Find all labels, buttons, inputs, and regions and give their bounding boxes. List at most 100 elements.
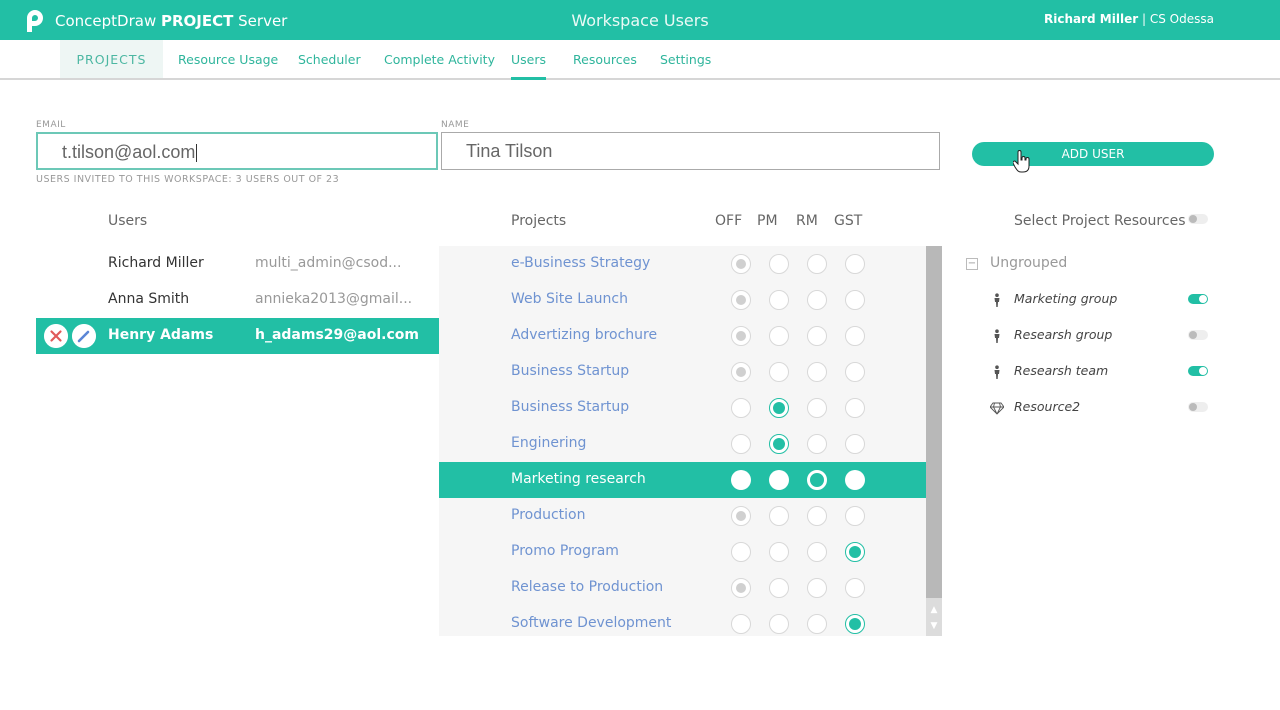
project-row-selected[interactable]: Marketing research [439,462,926,498]
organization-name[interactable]: CS Odessa [1150,12,1214,26]
project-row[interactable]: Business Startup [439,354,926,390]
resource-item[interactable]: Researsh group [990,326,1210,346]
project-name[interactable]: Production [511,507,585,523]
role-radio-rm[interactable] [807,290,827,310]
role-radio-off[interactable] [731,398,751,418]
project-row[interactable]: Business Startup [439,390,926,426]
scroll-thumb[interactable] [926,246,942,598]
role-radio-off[interactable] [731,434,751,454]
project-name[interactable]: Business Startup [511,363,629,379]
resource-toggle[interactable] [1188,294,1208,304]
user-row[interactable]: Richard Miller multi_admin@csod... [36,246,439,282]
email-input[interactable]: t.tilson@aol.com [36,132,438,170]
role-radio-rm[interactable] [807,614,827,634]
project-name[interactable]: Web Site Launch [511,291,628,307]
role-radio-off[interactable] [731,362,751,382]
project-name[interactable]: e-Business Strategy [511,255,650,271]
nav-resource-usage[interactable]: Resource Usage [178,40,278,78]
role-radio-pm[interactable] [769,362,789,382]
project-name[interactable]: Release to Production [511,579,663,595]
project-row[interactable]: Release to Production [439,570,926,606]
role-radio-gst[interactable] [845,290,865,310]
resource-item[interactable]: Resource2 [989,398,1210,418]
role-radio-gst[interactable] [845,398,865,418]
role-radio-gst[interactable] [845,506,865,526]
role-radio-pm[interactable] [769,254,789,274]
resource-item[interactable]: Researsh team [990,362,1210,382]
role-radio-off[interactable] [731,470,751,490]
project-name[interactable]: Marketing research [511,471,646,487]
project-name[interactable]: Business Startup [511,399,629,415]
role-radio-rm[interactable] [807,434,827,454]
role-radio-pm[interactable] [769,326,789,346]
role-radio-rm[interactable] [807,506,827,526]
scroll-down-icon[interactable]: ▼ [926,619,942,633]
role-radio-rm[interactable] [807,326,827,346]
role-radio-pm[interactable] [769,578,789,598]
nav-users[interactable]: Users [511,40,547,80]
resource-item[interactable]: Marketing group [990,290,1210,310]
project-name[interactable]: Software Development [511,615,671,631]
project-name[interactable]: Advertizing brochure [511,327,657,343]
role-radio-gst[interactable] [845,254,865,274]
role-radio-gst[interactable] [845,470,865,490]
project-row[interactable]: e-Business Strategy [439,246,926,282]
delete-user-icon[interactable] [44,324,68,348]
current-user-name[interactable]: Richard Miller [1044,12,1138,26]
project-row[interactable]: Web Site Launch [439,282,926,318]
edit-user-icon[interactable] [72,324,96,348]
nav-complete-activity[interactable]: Complete Activity [384,40,495,78]
add-user-button[interactable]: ADD USER [972,142,1214,166]
role-radio-gst[interactable] [845,614,865,634]
role-radio-off[interactable] [731,326,751,346]
role-radio-pm[interactable] [769,542,789,562]
role-radio-off[interactable] [731,542,751,562]
role-radio-gst[interactable] [845,434,865,454]
projects-scrollbar[interactable]: ▲ ▼ [926,246,942,636]
resource-toggle[interactable] [1188,402,1208,412]
user-info[interactable]: Richard Miller | CS Odessa [1044,12,1214,26]
role-radio-gst[interactable] [845,542,865,562]
project-row[interactable]: Promo Program [439,534,926,570]
project-row[interactable]: Enginering [439,426,926,462]
nav-scheduler[interactable]: Scheduler [298,40,361,78]
role-radio-rm[interactable] [807,398,827,418]
nav-resources[interactable]: Resources [573,40,637,78]
role-radio-off[interactable] [731,578,751,598]
role-radio-pm[interactable] [769,470,789,490]
app-logo-icon[interactable] [22,8,44,32]
scroll-up-icon[interactable]: ▲ [926,603,942,617]
role-radio-off[interactable] [731,614,751,634]
name-input[interactable]: Tina Tilson [441,132,940,170]
role-radio-rm[interactable] [807,254,827,274]
project-row[interactable]: Advertizing brochure [439,318,926,354]
role-radio-rm[interactable] [807,578,827,598]
role-radio-gst[interactable] [845,362,865,382]
user-row-selected[interactable]: Henry Adams h_adams29@aol.com [36,318,439,354]
project-row[interactable]: Software Development [439,606,926,642]
resource-toggle[interactable] [1188,330,1208,340]
project-name[interactable]: Enginering [511,435,586,451]
role-radio-off[interactable] [731,506,751,526]
user-row[interactable]: Anna Smith annieka2013@gmail... [36,282,439,318]
role-radio-off[interactable] [731,290,751,310]
collapse-icon[interactable]: − [966,258,978,270]
role-radio-pm[interactable] [769,506,789,526]
resource-toggle[interactable] [1188,366,1208,376]
project-name[interactable]: Promo Program [511,543,619,559]
nav-projects[interactable]: PROJECTS [60,40,163,78]
nav-settings[interactable]: Settings [660,40,711,78]
role-radio-rm[interactable] [807,362,827,382]
role-radio-pm[interactable] [769,614,789,634]
role-radio-pm[interactable] [769,290,789,310]
role-radio-pm[interactable] [769,434,789,454]
role-radio-pm[interactable] [769,398,789,418]
app-name: ConceptDraw PROJECT Server [55,12,288,30]
role-radio-rm[interactable] [807,542,827,562]
role-radio-gst[interactable] [845,578,865,598]
role-radio-gst[interactable] [845,326,865,346]
select-all-resources-toggle[interactable] [1188,214,1208,224]
role-radio-off[interactable] [731,254,751,274]
project-row[interactable]: Production [439,498,926,534]
role-radio-rm[interactable] [807,470,827,490]
